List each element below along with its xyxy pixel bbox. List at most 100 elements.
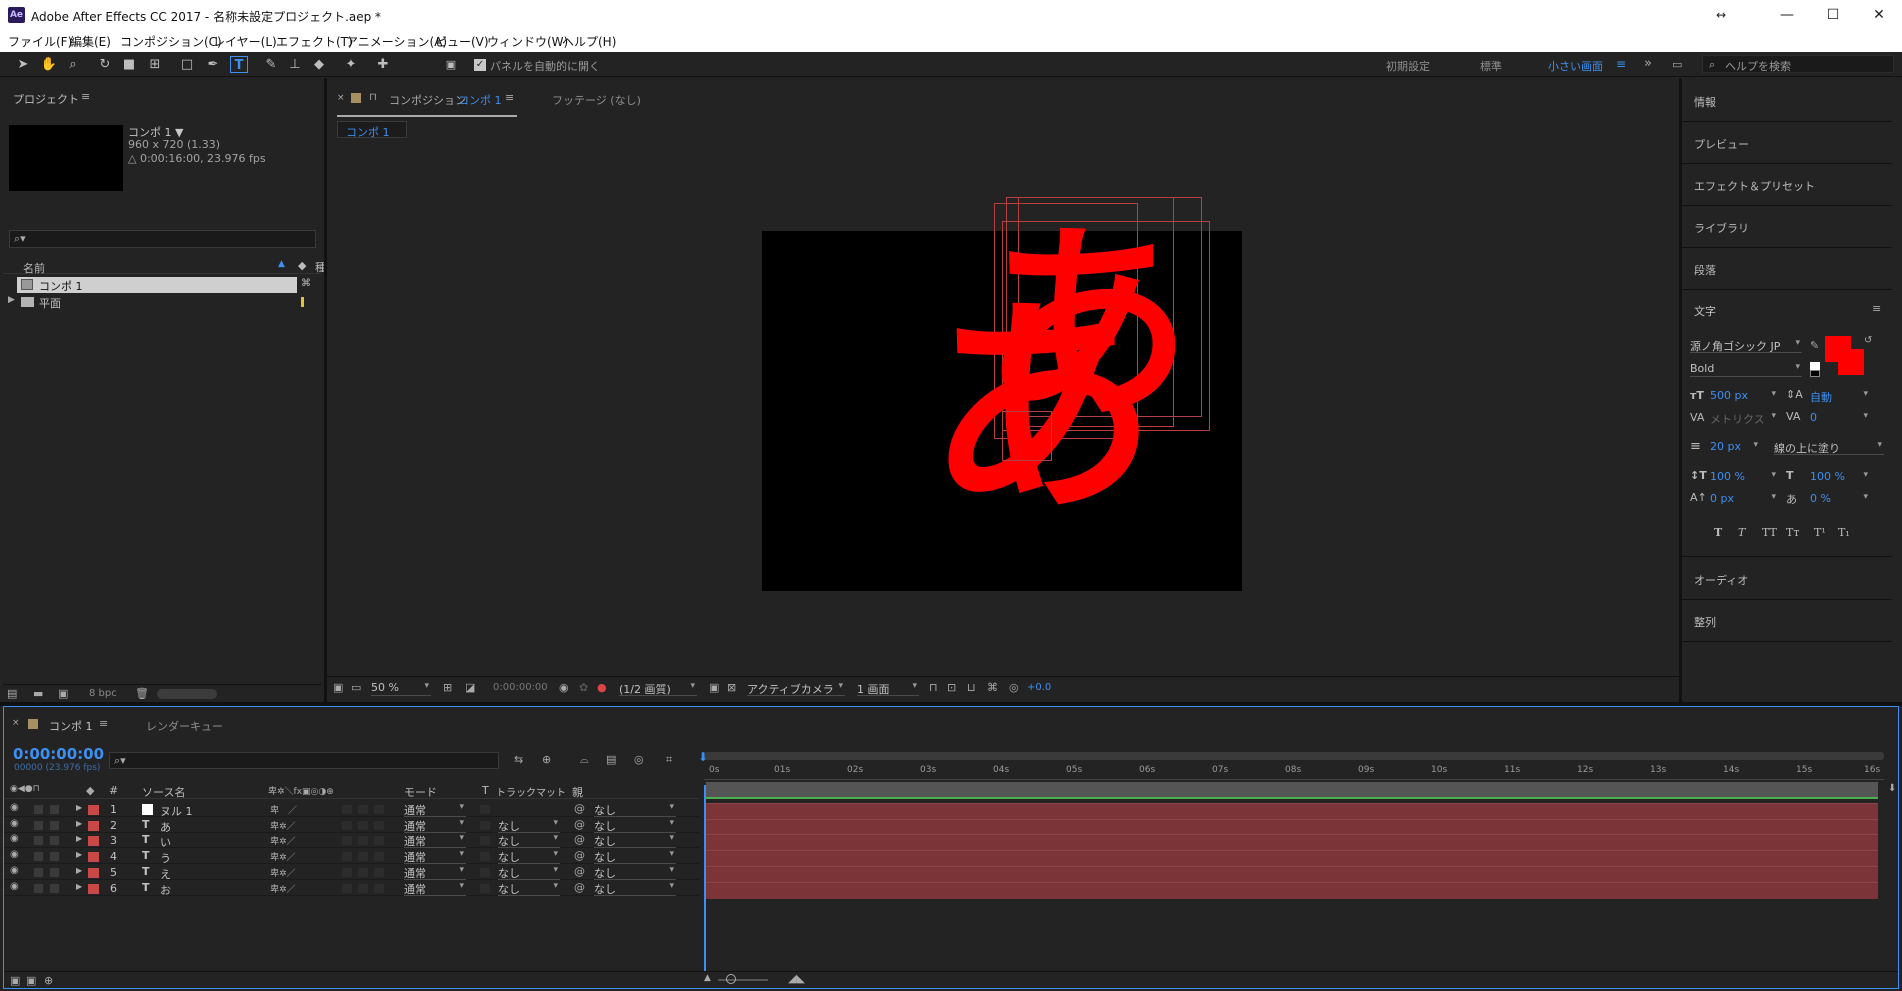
new-folder-icon[interactable]: ▬	[33, 687, 43, 700]
color-channels-icon[interactable]: ●	[597, 681, 607, 694]
visibility-eye-icon[interactable]: ◉	[10, 849, 19, 860]
layer-duration-bar[interactable]	[706, 834, 1878, 852]
current-time-indicator[interactable]	[704, 785, 706, 971]
always-preview-icon[interactable]: ▣	[333, 681, 343, 694]
lock-toggle[interactable]	[50, 820, 59, 830]
menu-effect[interactable]: エフェクト(T)	[276, 33, 353, 50]
switch-cell[interactable]	[342, 836, 352, 846]
maximize-button[interactable]: ☐	[1810, 0, 1856, 30]
menu-composition[interactable]: コンポジション(C)	[120, 33, 222, 50]
effects-presets-panel-header[interactable]: エフェクト＆プリセット	[1682, 164, 1892, 206]
layer-switches-toggle-icon[interactable]: ▣	[10, 974, 20, 987]
layer-label-chip[interactable]	[88, 883, 99, 894]
visibility-eye-icon[interactable]: ◉	[10, 881, 19, 892]
fast-previews-icon[interactable]: ▣	[709, 681, 719, 694]
time-ruler[interactable]: ⬇ 0s 01s 02s 03s 04s 05s 06s 07s 08s 09s…	[698, 750, 1884, 780]
zoom-dropdown[interactable]: 50 % ▾	[371, 681, 431, 696]
blend-mode-dropdown[interactable]: 通常 ▾	[404, 881, 466, 896]
layer-label-chip[interactable]	[88, 836, 99, 847]
layer-duration-bar[interactable]	[706, 865, 1878, 883]
menu-edit[interactable]: 編集(E)	[70, 33, 111, 50]
label-tag-icon[interactable]: ◆	[298, 259, 306, 272]
menu-animation[interactable]: アニメーション(A)	[346, 33, 447, 50]
switch-cell[interactable]	[342, 852, 352, 862]
comp-mini-flowchart-icon[interactable]: ⇆	[514, 753, 523, 766]
comp-tab-name[interactable]: コンポ 1	[458, 92, 502, 108]
visibility-eye-icon[interactable]: ◉	[10, 818, 19, 829]
project-search-input[interactable]: ⌕▾	[9, 230, 316, 248]
layer-name[interactable]: お	[160, 882, 171, 898]
small-caps-button[interactable]: Tт	[1786, 526, 1799, 539]
menu-view[interactable]: ビュー(V)	[435, 33, 489, 50]
preserve-transparency-toggle[interactable]	[480, 820, 490, 830]
lock-toggle[interactable]	[50, 836, 59, 846]
toggle-pixel-aspect-icon[interactable]: ⊓	[929, 681, 938, 694]
switch-cell[interactable]	[342, 820, 352, 830]
switch-cell[interactable]	[374, 805, 384, 814]
switch-cell[interactable]	[358, 836, 368, 846]
visibility-eye-icon[interactable]: ◉	[10, 865, 19, 876]
viewer-timecode[interactable]: 0:00:00:00	[493, 682, 548, 693]
parent-dropdown[interactable]: なし ▾	[594, 849, 676, 865]
switch-cell[interactable]	[342, 883, 352, 893]
roto-brush-tool-icon[interactable]: ✦	[342, 56, 360, 73]
swap-colors-icon[interactable]: ↺	[1864, 335, 1872, 346]
white-swatch[interactable]	[1810, 362, 1820, 370]
work-area-bar[interactable]	[704, 752, 1884, 760]
panel-icon[interactable]: ▣	[442, 56, 460, 73]
playhead-icon[interactable]: ⬇	[698, 750, 708, 764]
frame-blending-icon[interactable]: ▤	[606, 753, 616, 766]
parent-dropdown[interactable]: なし ▾	[594, 818, 676, 833]
brush-tool-icon[interactable]: ✎	[262, 56, 280, 73]
blend-mode-dropdown[interactable]: 通常 ▾	[404, 818, 466, 833]
monitor-icon[interactable]: ▭	[351, 681, 361, 694]
eraser-tool-icon[interactable]: ◆	[310, 56, 328, 73]
layer-row[interactable]: ◉ ▶ 2 T あ 卑✲／ 通常 ▾ なし ▾ @ なし ▾	[4, 818, 699, 834]
timeline-tab[interactable]: コンポ 1	[49, 718, 93, 734]
layer-row[interactable]: ◉ ▶ 4 T う 卑✲／ 通常 ▾ なし ▾ @ なし ▾	[4, 849, 699, 865]
switch-cell[interactable]	[374, 852, 384, 862]
solo-toggle[interactable]	[34, 805, 43, 814]
faux-bold-button[interactable]: T	[1714, 526, 1722, 539]
switch-cell[interactable]	[358, 867, 368, 877]
expand-arrow-icon[interactable]: ▶	[76, 834, 82, 843]
transparency-grid-icon[interactable]: ⊠	[727, 681, 736, 694]
layer-row[interactable]: ◉ ▶ 6 T お 卑✲／ 通常 ▾ なし ▾ @ なし ▾	[4, 881, 699, 898]
stroke-width-field[interactable]: 20 px ▾	[1710, 440, 1760, 455]
preserve-transparency-toggle[interactable]	[480, 867, 490, 877]
lock-toggle[interactable]	[50, 883, 59, 893]
column-name[interactable]: 名前	[23, 260, 45, 276]
blend-mode-dropdown[interactable]: 通常 ▾	[404, 833, 466, 849]
menu-window[interactable]: ウィンドウ(W)	[487, 33, 568, 50]
switch-cell[interactable]	[374, 836, 384, 846]
sort-up-icon[interactable]: ▲	[278, 259, 285, 269]
camera-tool-icon[interactable]: ■	[120, 56, 138, 73]
menu-layer[interactable]: レイヤー(L)	[213, 33, 277, 50]
layer-label-chip[interactable]	[88, 867, 99, 878]
expand-arrow-icon[interactable]: ▶	[8, 295, 15, 305]
time-zoom-handle[interactable]	[726, 974, 736, 984]
interpret-footage-icon[interactable]: ▤	[7, 687, 17, 700]
current-time-display[interactable]: 0:00:00:00	[13, 745, 104, 763]
parent-dropdown[interactable]: なし ▾	[594, 881, 676, 896]
exposure-value[interactable]: +0.0	[1027, 682, 1051, 693]
layer-switches-icons[interactable]: 卑✲／	[270, 834, 296, 847]
timeline-icon[interactable]: ⊔	[967, 681, 976, 694]
project-item-folder[interactable]: ▶ 平面	[3, 294, 321, 310]
layer-row[interactable]: ◉ ▶ 5 T え 卑✲／ 通常 ▾ なし ▾ @ なし ▾	[4, 865, 699, 882]
preserve-transparency-toggle[interactable]	[480, 836, 490, 846]
info-panel-header[interactable]: 情報	[1682, 80, 1892, 122]
lock-toggle[interactable]	[50, 867, 59, 877]
black-swatch[interactable]	[1810, 370, 1820, 377]
close-tab-icon[interactable]: ×	[12, 718, 20, 728]
character-menu-icon[interactable]: ≡	[1872, 302, 1881, 315]
zoom-tool-icon[interactable]: ⌕	[64, 56, 82, 73]
font-family-dropdown[interactable]: 源ノ角ゴシック JP ▾	[1690, 338, 1802, 353]
in-out-toggle-icon[interactable]: ⊕	[44, 974, 53, 987]
expand-arrow-icon[interactable]: ▶	[76, 803, 82, 812]
flowchart-icon[interactable]: ⌘	[301, 278, 311, 289]
horizontal-scale-field[interactable]: 100 % ▾	[1810, 470, 1870, 485]
footage-tab[interactable]: フッテージ (なし)	[552, 92, 641, 108]
layer-name[interactable]: え	[160, 866, 171, 882]
solo-toggle[interactable]	[34, 836, 43, 846]
